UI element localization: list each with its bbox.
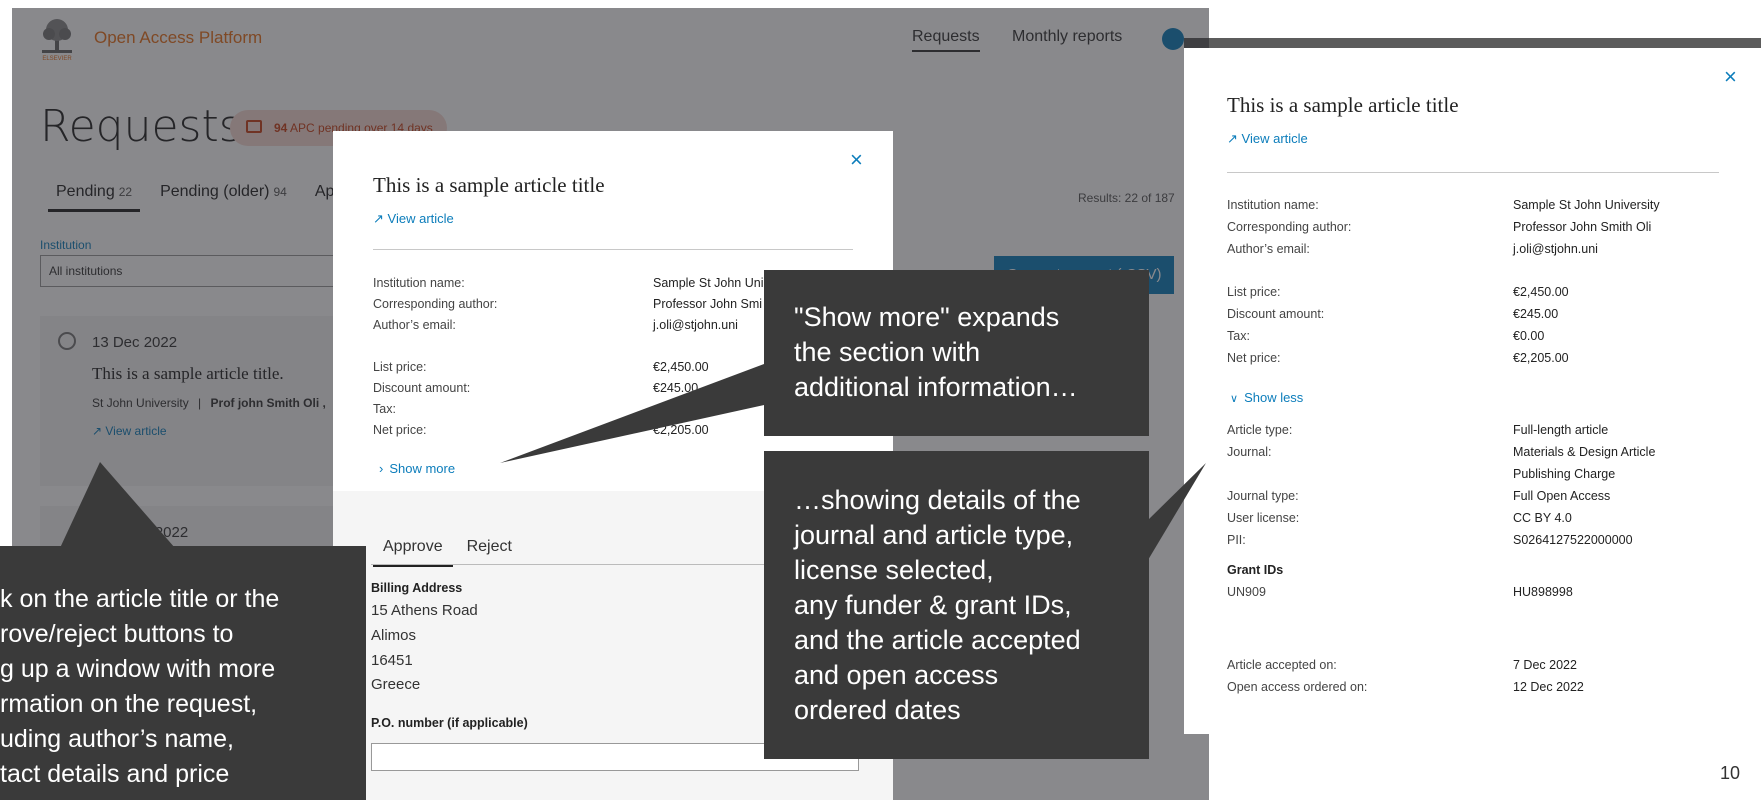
callout-showing: …showing details of the journal and arti… (764, 451, 1149, 759)
callout-tail-show-more (500, 364, 764, 463)
callout-showing-text: …showing details of the journal and arti… (794, 485, 1081, 725)
callout-show-more: "Show more" expands the section with add… (764, 270, 1149, 436)
callout-show-more-text: "Show more" expands the section with add… (794, 302, 1078, 402)
callout-left: k on the article title or the rove/rejec… (0, 546, 366, 800)
callout-tail-showing (1148, 463, 1206, 560)
callout-tail-left (60, 462, 175, 548)
callout-left-text: k on the article title or the rove/rejec… (0, 585, 280, 788)
